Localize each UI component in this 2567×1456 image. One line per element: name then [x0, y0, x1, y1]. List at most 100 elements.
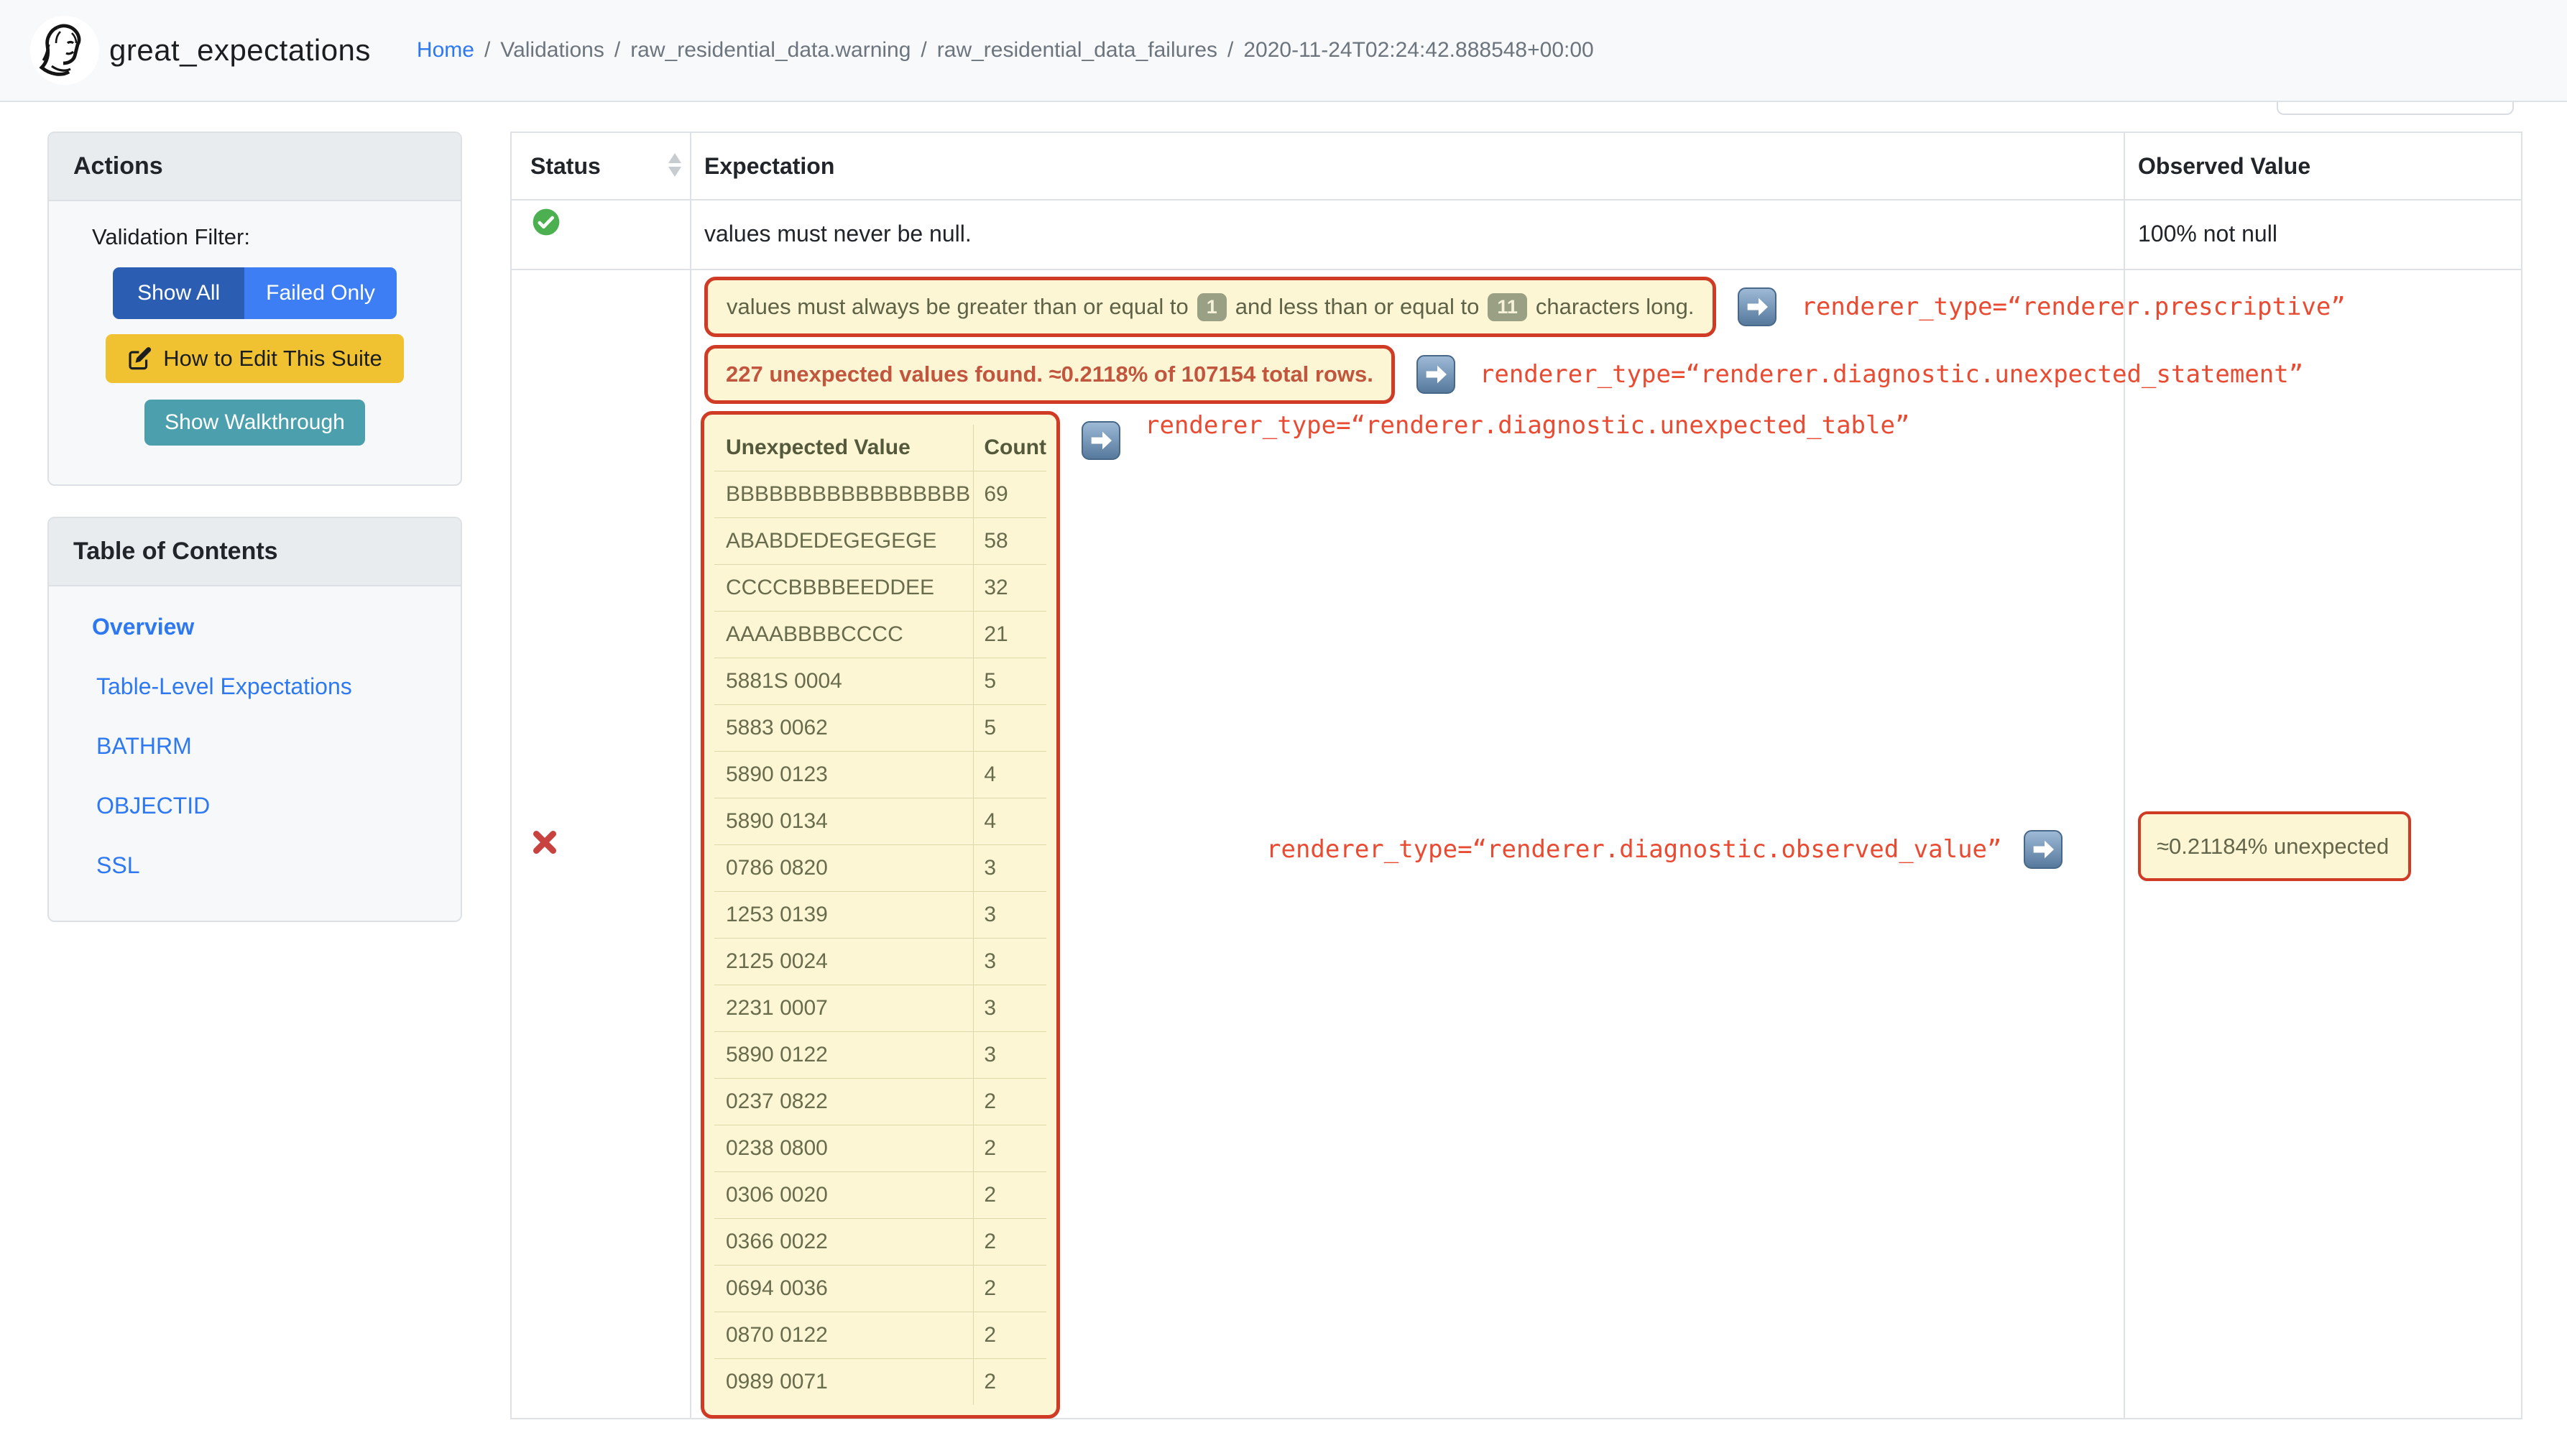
- actions-panel-title: Actions: [49, 133, 461, 201]
- show-walkthrough-button[interactable]: Show Walkthrough: [144, 400, 365, 446]
- toc-link-table-level-expectations[interactable]: Table-Level Expectations: [96, 673, 461, 700]
- breadcrumb: Home / Validations / raw_residential_dat…: [417, 38, 1594, 63]
- max-length-badge: 11: [1488, 292, 1527, 321]
- toc-panel-title: Table of Contents: [49, 518, 461, 586]
- failure-x-icon: [533, 831, 556, 854]
- unexpected-value-cell: 0306 0020: [714, 1171, 974, 1218]
- unexpected-value-cell: 5890 0123: [714, 750, 974, 798]
- count-cell: 5: [973, 657, 1046, 704]
- unexpected-value-row: ABABDEDEGEGEGE 58: [714, 517, 1046, 564]
- count-cell: 2: [973, 1171, 1046, 1218]
- column-divider: [690, 133, 691, 1418]
- sidebar: Actions Validation Filter: Show All Fail…: [47, 132, 462, 922]
- unexpected-value-row: 0238 0800 2: [714, 1124, 1046, 1171]
- count-cell: 2: [973, 1264, 1046, 1312]
- expectation-text-part: values must always be greater than or eq…: [727, 294, 1189, 319]
- unexpected-value-row: 5890 0122 3: [714, 1031, 1046, 1078]
- unexpected-value-cell: 0694 0036: [714, 1264, 974, 1312]
- unexpected-value-cell: BBBBBBBBBBBBBBBBB: [714, 470, 974, 517]
- min-length-badge: 1: [1197, 292, 1227, 321]
- count-cell: 2: [973, 1311, 1046, 1358]
- unexpected-value-row: 0870 0122 2: [714, 1311, 1046, 1358]
- count-cell: 2: [973, 1077, 1046, 1125]
- observed-value-text: 100% not null: [2138, 221, 2277, 246]
- count-cell: 3: [973, 890, 1046, 938]
- observed-value-highlight: ≈0.21184% unexpected: [2138, 811, 2411, 881]
- renderer-type-code: renderer_type=“renderer.diagnostic.obser…: [1266, 835, 2002, 864]
- unexpected-table-row: Unexpected Value Count BBBBBBBBBBBBBBBBB…: [701, 411, 1909, 1419]
- breadcrumb-item: 2020-11-24T02:24:42.888548+00:00: [1243, 38, 1594, 62]
- unexpected-value-cell: 0786 0820: [714, 844, 974, 891]
- breadcrumb-home-link[interactable]: Home: [417, 38, 474, 63]
- renderer-type-code: renderer_type=“renderer.prescriptive”: [1801, 292, 2346, 321]
- expectation-text-part: and less than or equal to: [1235, 294, 1480, 319]
- success-check-icon: [533, 208, 560, 236]
- breadcrumb-item: raw_residential_data.warning: [630, 38, 911, 62]
- validation-table: Status Expectation Observed Value values…: [510, 132, 2522, 1419]
- actions-panel-body: Validation Filter: Show All Failed Only …: [49, 201, 461, 484]
- unexpected-value-row: 0989 0071 2: [714, 1358, 1046, 1405]
- breadcrumb-separator: /: [921, 38, 927, 62]
- toc-link-ssl[interactable]: SSL: [96, 852, 461, 879]
- count-cell: 5: [973, 704, 1046, 751]
- actions-panel: Actions Validation Filter: Show All Fail…: [47, 132, 462, 486]
- expectation-column-header: Expectation: [704, 153, 835, 179]
- unexpected-value-cell: ABABDEDEGEGEGE: [714, 517, 974, 564]
- toc-panel: Table of Contents Overview Table-Level E…: [47, 517, 462, 922]
- unexpected-value-row: 0237 0822 2: [714, 1077, 1046, 1125]
- failed-only-button[interactable]: Failed Only: [244, 267, 397, 319]
- unexpected-value-cell: CCCCBBBBEEDDEE: [714, 563, 974, 611]
- unexpected-table-highlight: Unexpected Value Count BBBBBBBBBBBBBBBBB…: [701, 411, 1060, 1419]
- expectation-text: values must never be null.: [704, 221, 972, 246]
- unexpected-value-row: 2125 0024 3: [714, 937, 1046, 985]
- row-divider: [512, 269, 2521, 270]
- unexpected-value-row: 0366 0022 2: [714, 1217, 1046, 1265]
- count-cell: 32: [973, 563, 1046, 611]
- prescriptive-renderer-row: values must always be greater than or eq…: [704, 277, 2346, 337]
- unexpected-value-row: 5890 0123 4: [714, 750, 1046, 798]
- count-cell: 58: [973, 517, 1046, 564]
- toc-link-bathrm[interactable]: BATHRM: [96, 733, 461, 760]
- unexpected-statement-row: 227 unexpected values found. ≈0.2118% of…: [704, 345, 2303, 404]
- status-sort-icon[interactable]: [668, 153, 681, 177]
- count-cell: 21: [973, 610, 1046, 658]
- toc-link-overview[interactable]: Overview: [92, 614, 461, 640]
- renderer-type-code: renderer_type=“renderer.diagnostic.unexp…: [1479, 360, 2304, 389]
- unexpected-value-row: BBBBBBBBBBBBBBBBB 69: [714, 470, 1046, 517]
- unexpected-value-row: 5881S 0004 5: [714, 657, 1046, 704]
- unexpected-value-cell: 0238 0800: [714, 1124, 974, 1171]
- arrow-right-icon: [1082, 421, 1120, 460]
- count-cell: 2: [973, 1124, 1046, 1171]
- observed-value-renderer-row: renderer_type=“renderer.diagnostic.obser…: [1266, 815, 2063, 884]
- show-all-button[interactable]: Show All: [113, 267, 245, 319]
- pencil-square-icon: [129, 347, 152, 370]
- expectation-text-part: characters long.: [1535, 294, 1695, 319]
- count-cell: 2: [973, 1358, 1046, 1405]
- how-to-edit-suite-button[interactable]: How to Edit This Suite: [106, 334, 404, 383]
- unexpected-value-cell: 5890 0134: [714, 797, 974, 844]
- unexpected-value-row: 0786 0820 3: [714, 844, 1046, 891]
- validation-filter-label: Validation Filter:: [92, 224, 250, 249]
- toc-link-objectid[interactable]: OBJECTID: [96, 793, 461, 819]
- unexpected-statement-highlight: 227 unexpected values found. ≈0.2118% of…: [704, 345, 1395, 404]
- unexpected-value-cell: 0870 0122: [714, 1311, 974, 1358]
- unexpected-value-row: 5890 0134 4: [714, 797, 1046, 844]
- how-to-edit-suite-label: How to Edit This Suite: [163, 346, 382, 371]
- count-cell: 69: [973, 470, 1046, 517]
- observed-value-column-header: Observed Value: [2138, 153, 2311, 179]
- unexpected-value-cell: 1253 0139: [714, 890, 974, 938]
- count-cell: 3: [973, 984, 1046, 1031]
- unexpected-value-row: AAAABBBBCCCC 21: [714, 610, 1046, 658]
- renderer-type-code: renderer_type=“renderer.diagnostic.unexp…: [1145, 411, 1910, 440]
- count-cell: 3: [973, 844, 1046, 891]
- breadcrumb-item: Validations: [500, 38, 604, 62]
- count-header: Count: [973, 425, 1046, 471]
- breadcrumb-item: raw_residential_data_failures: [936, 38, 1217, 62]
- unexpected-value-cell: 0237 0822: [714, 1077, 974, 1125]
- prescriptive-expectation-highlight: values must always be greater than or eq…: [704, 277, 1717, 337]
- unexpected-value-cell: AAAABBBBCCCC: [714, 610, 974, 658]
- breadcrumb-separator: /: [484, 38, 491, 62]
- unexpected-value-row: 1253 0139 3: [714, 890, 1046, 938]
- unexpected-value-cell: 0989 0071: [714, 1358, 974, 1405]
- brand-title: great_expectations: [109, 33, 371, 67]
